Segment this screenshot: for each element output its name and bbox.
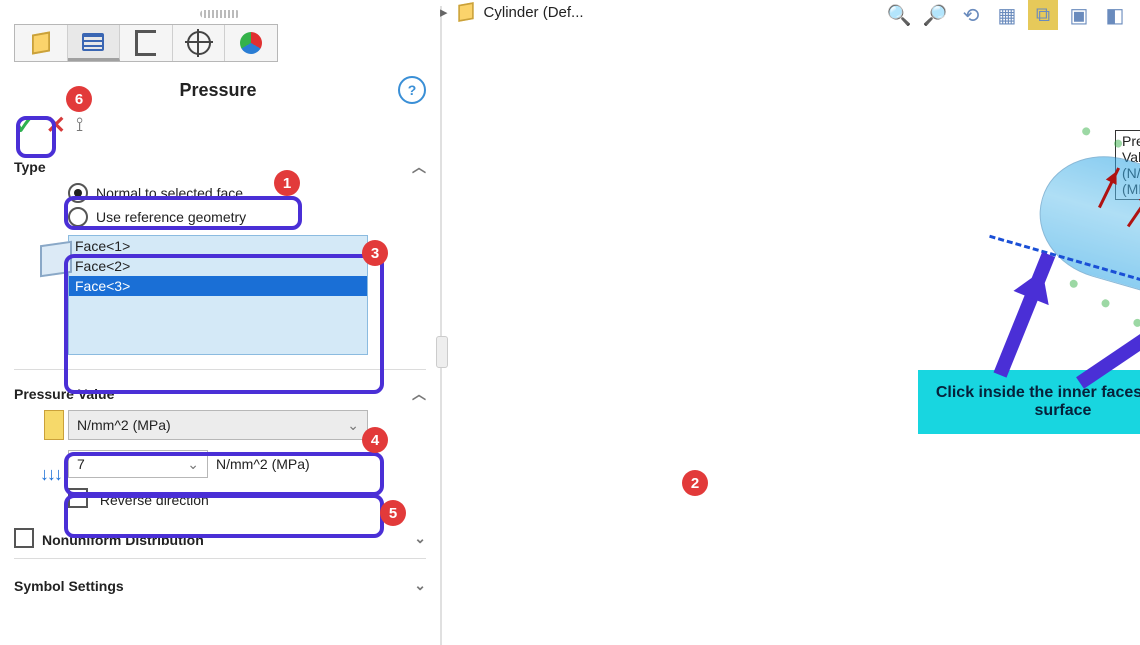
annotation-badge-6: 6 (66, 86, 92, 112)
radio-use-ref-geometry[interactable]: Use reference geometry (68, 207, 426, 227)
appearance-icon (240, 32, 262, 54)
instruction-callout: Click inside the inner faces of the surf… (918, 370, 1140, 434)
annotation-badge-4: 4 (362, 427, 388, 453)
callout-text: Click inside the inner faces of the surf… (922, 384, 1140, 420)
pin-button[interactable]: ⟟ (76, 114, 83, 137)
annotation-badge-3: 3 (362, 240, 388, 266)
faces-selection-icon (40, 241, 72, 277)
reverse-direction-label: Reverse direction (100, 492, 209, 508)
tab-appearances[interactable] (225, 25, 277, 61)
fixture-symbol (1101, 298, 1111, 308)
tab-property-manager[interactable] (68, 25, 121, 61)
units-value: N/mm^2 (MPa) (77, 417, 171, 433)
pressure-value-header: Pressure Value (14, 386, 114, 402)
help-button[interactable]: ? (398, 76, 426, 104)
radio-icon (68, 207, 88, 227)
fixture-symbol (1132, 318, 1140, 328)
ruler-icon (44, 410, 64, 440)
graphics-viewport[interactable]: ▸ Cylinder (Def... 🔍 🔎 ⟲ ▦ ⧉ ▣ ◧ Pressur… (440, 0, 1140, 645)
symbol-collapse-chevron[interactable]: ⌄ (414, 577, 426, 594)
zoom-area-button[interactable]: 🔎 (920, 0, 950, 30)
previous-view-button[interactable]: ⟲ (956, 0, 986, 30)
cancel-button[interactable]: ✕ (46, 111, 66, 140)
ok-button[interactable]: ✓ (14, 110, 36, 141)
target-icon (187, 31, 211, 55)
pv-tooltip-label: Pressure Value (N/mm^2 (MPa)): (1116, 131, 1140, 199)
pressure-direction-icon: ↓↓↓ (40, 464, 61, 485)
list-icon (82, 33, 104, 51)
checkbox-icon (68, 488, 88, 508)
annotation-badge-1: 1 (274, 170, 300, 196)
panel-tab-strip (14, 24, 278, 62)
expand-chevron-icon[interactable]: ▸ (440, 3, 448, 21)
reverse-direction-checkbox[interactable]: Reverse direction (68, 488, 426, 508)
tab-feature-tree[interactable] (15, 25, 68, 61)
nonuniform-collapse-chevron[interactable]: ⌄ (414, 530, 426, 547)
annotation-badge-2: 2 (682, 470, 708, 496)
symbol-settings-header: Symbol Settings (14, 578, 124, 594)
tab-configuration[interactable] (120, 25, 173, 61)
checkbox-icon[interactable] (14, 528, 34, 548)
tab-dimxpert[interactable] (173, 25, 226, 61)
pv-collapse-chevron[interactable]: ︿ (412, 384, 426, 404)
pressure-units-suffix: N/mm^2 (MPa) (216, 456, 310, 472)
pressure-value-input[interactable]: 7 ⌄ (68, 450, 208, 478)
radio-refgeom-label: Use reference geometry (96, 209, 246, 225)
feature-title: Pressure (38, 80, 398, 101)
list-item[interactable]: Face<2> (69, 256, 367, 276)
nonuniform-header: Nonuniform Distribution (42, 532, 204, 548)
hide-show-button[interactable]: ◧ (1100, 0, 1130, 30)
list-item[interactable]: Face<1> (69, 236, 367, 256)
view-orientation-button[interactable]: ⧉ (1028, 0, 1058, 30)
list-item[interactable]: Face<3> (69, 276, 367, 296)
pressure-value: 7 (77, 456, 85, 472)
annotation-badge-5: 5 (380, 500, 406, 526)
breadcrumb[interactable]: ▸ Cylinder (Def... (440, 2, 584, 22)
viewport-pressure-tooltip[interactable]: Pressure Value (N/mm^2 (MPa)): 7 (1115, 130, 1140, 200)
panel-drag-handle[interactable] (200, 10, 240, 18)
fixture-symbol (1069, 279, 1079, 289)
radio-normal-to-face[interactable]: Normal to selected face (68, 183, 426, 203)
chevron-down-icon: ⌄ (187, 456, 199, 473)
heads-up-toolbar: 🔍 🔎 ⟲ ▦ ⧉ ▣ ◧ (884, 0, 1130, 30)
radio-icon (68, 183, 88, 203)
radio-normal-label: Normal to selected face (96, 185, 243, 201)
annotation-arrow (994, 252, 1056, 378)
part-icon (457, 4, 474, 21)
display-style-button[interactable]: ▣ (1064, 0, 1094, 30)
clamp-icon (135, 30, 156, 56)
type-collapse-chevron[interactable]: ︿ (412, 157, 426, 177)
breadcrumb-label: Cylinder (Def... (484, 4, 584, 21)
faces-selection-list[interactable]: Face<1> Face<2> Face<3> (68, 235, 368, 355)
section-view-button[interactable]: ▦ (992, 0, 1022, 30)
units-dropdown[interactable]: N/mm^2 (MPa) ⌄ (68, 410, 368, 440)
cube-icon (31, 33, 51, 53)
type-header: Type (14, 159, 46, 175)
chevron-down-icon: ⌄ (347, 417, 359, 434)
zoom-to-fit-button[interactable]: 🔍 (884, 0, 914, 30)
